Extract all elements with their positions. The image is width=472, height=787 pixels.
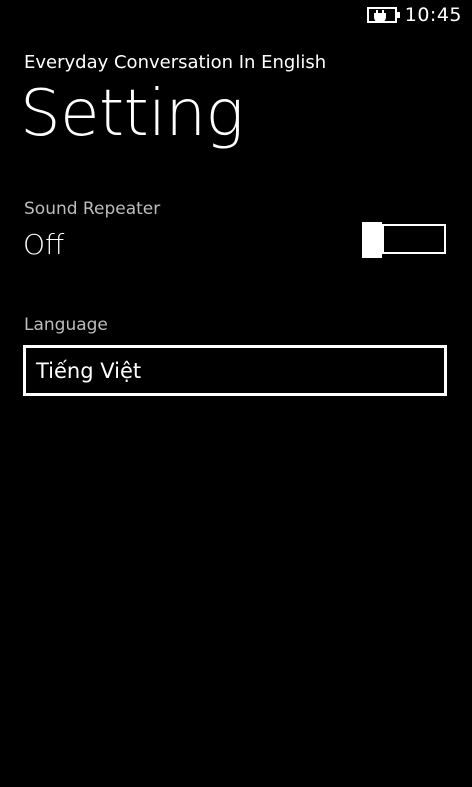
sound-repeater-state: Off [23, 228, 65, 261]
sound-repeater-toggle[interactable] [362, 222, 450, 258]
app-title: Everyday Conversation In English [24, 52, 327, 73]
clock: 10:45 [404, 4, 462, 26]
language-label: Language [24, 315, 108, 335]
status-bar: 10:45 [0, 0, 472, 32]
battery-charging-icon [367, 7, 400, 23]
language-picker[interactable]: Tiếng Việt [23, 345, 447, 396]
toggle-track [382, 224, 446, 254]
toggle-thumb[interactable] [362, 222, 382, 258]
page-title: Setting [20, 77, 244, 151]
sound-repeater-label: Sound Repeater [24, 199, 161, 219]
language-selected-value: Tiếng Việt [36, 359, 142, 383]
